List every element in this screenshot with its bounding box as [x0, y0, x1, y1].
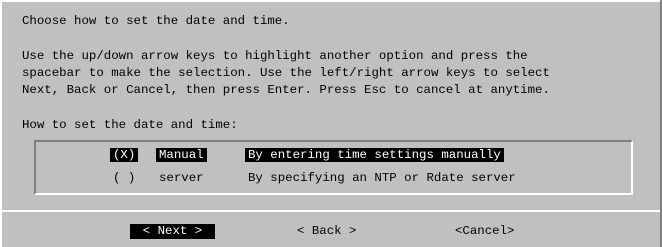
option-manual-desc-text: By entering time settings manually: [245, 148, 504, 162]
options-heading: How to set the date and time:: [22, 118, 238, 132]
option-manual-description[interactable]: By entering time settings manually: [245, 148, 504, 163]
dialog-prompt: Choose how to set the date and time.: [22, 14, 290, 28]
option-manual-radio[interactable]: (X): [110, 148, 139, 163]
option-server-radio[interactable]: ( ): [110, 171, 138, 186]
option-manual-name: Manual: [156, 148, 207, 162]
option-server-mark: ( ): [113, 171, 136, 185]
button-bar-divider: [2, 210, 660, 212]
option-server[interactable]: server: [156, 171, 207, 186]
option-manual-mark: (X): [110, 148, 139, 162]
option-server-desc-text: By specifying an NTP or Rdate server: [248, 171, 516, 185]
instruction-line-2: spacebar to make the selection. Use the …: [22, 66, 550, 80]
instruction-line-1: Use the up/down arrow keys to highlight …: [22, 49, 528, 63]
window-top-border: [0, 0, 662, 2]
instruction-line-3: Next, Back or Cancel, then press Enter. …: [22, 83, 550, 97]
next-button[interactable]: < Next >: [130, 224, 215, 239]
back-button[interactable]: < Back >: [297, 224, 357, 239]
option-manual[interactable]: Manual: [156, 148, 207, 163]
cancel-button[interactable]: <Cancel>: [455, 224, 515, 239]
option-server-description[interactable]: By specifying an NTP or Rdate server: [245, 171, 519, 186]
option-server-name: server: [159, 171, 204, 185]
